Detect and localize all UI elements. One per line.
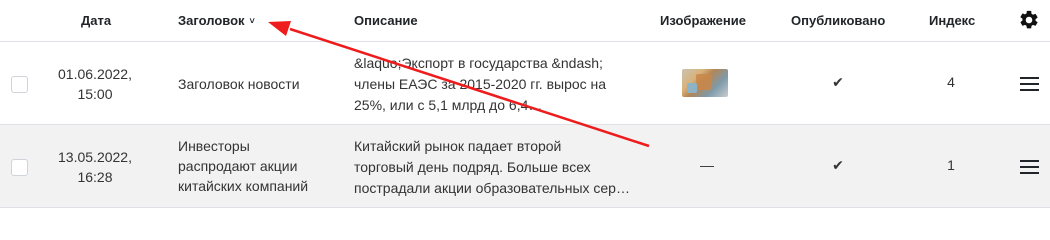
table-row[interactable]: 13.05.2022, 16:28 Инвесторы распродают а… [0, 125, 1050, 208]
row-image-thumbnail[interactable] [682, 69, 728, 97]
row-description: Китайский рынок падает второй торговый д… [354, 138, 630, 196]
published-check-icon[interactable]: ✔ [826, 74, 850, 91]
published-check-icon[interactable]: ✔ [826, 157, 850, 174]
column-header-date[interactable]: Дата [81, 0, 111, 41]
row-index: 4 [947, 74, 955, 90]
column-header-title-label: Заголовок [178, 13, 245, 28]
chevron-down-icon: ˅ [249, 16, 255, 26]
column-header-title[interactable]: Заголовок ˅ [178, 0, 255, 41]
row-date: 13.05.2022, 16:28 [58, 149, 132, 185]
drag-handle-icon[interactable] [1020, 77, 1039, 91]
drag-handle-icon[interactable] [1020, 160, 1039, 174]
row-date: 01.06.2022, 15:00 [58, 66, 132, 102]
table-row[interactable]: 01.06.2022, 15:00 Заголовок новости &laq… [0, 42, 1050, 125]
row-title[interactable]: Инвесторы распродают акции китайских ком… [178, 136, 338, 196]
news-table: Дата Заголовок ˅ Описание Изображение Опу… [0, 0, 1050, 208]
row-image-empty: — [700, 157, 714, 173]
row-select-checkbox[interactable] [11, 159, 28, 176]
row-title[interactable]: Заголовок новости [178, 74, 338, 94]
row-select-checkbox[interactable] [11, 76, 28, 93]
column-header-image[interactable]: Изображение [660, 0, 746, 41]
gear-icon[interactable] [1018, 9, 1040, 31]
column-header-description[interactable]: Описание [354, 0, 418, 41]
row-index: 1 [947, 157, 955, 173]
column-header-published[interactable]: Опубликовано [791, 0, 885, 41]
column-header-index[interactable]: Индекс [929, 0, 975, 41]
table-header: Дата Заголовок ˅ Описание Изображение Опу… [0, 0, 1050, 42]
row-description: &laquo;Экспорт в государства &ndash; чле… [354, 55, 607, 113]
